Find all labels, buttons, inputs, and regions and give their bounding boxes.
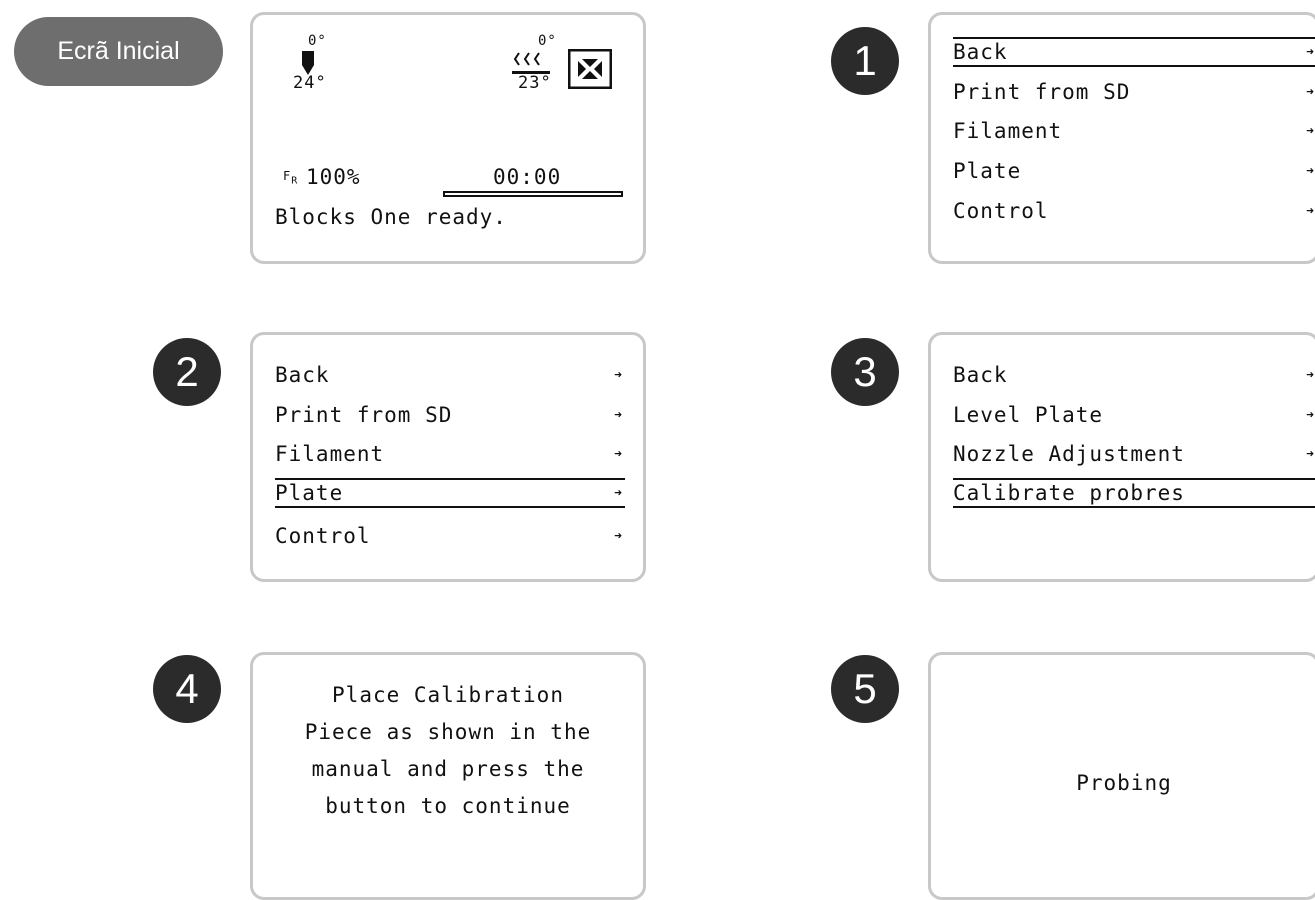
arrow-right-icon: ➜ xyxy=(1306,367,1315,383)
arrow-right-icon: ➜ xyxy=(614,367,623,383)
menu-item-back[interactable]: Back ➜ xyxy=(275,360,625,390)
step-1-badge: 1 xyxy=(831,27,899,95)
bed-target-temp: 0° xyxy=(538,33,557,49)
arrow-right-icon: ➜ xyxy=(614,446,623,462)
probing-screen: Probing xyxy=(928,652,1315,900)
menu-screen-1: Back ➜ Print from SD ➜ Filament ➜ Plate … xyxy=(928,12,1315,264)
arrow-right-icon: ➜ xyxy=(1306,44,1315,60)
arrow-right-icon: ➜ xyxy=(614,528,623,544)
arrow-right-icon: ➜ xyxy=(1306,203,1315,219)
arrow-right-icon: ➜ xyxy=(1306,446,1315,462)
menu-item-control[interactable]: Control ➜ xyxy=(275,521,625,551)
instruction-line-3: manual and press the xyxy=(311,757,585,781)
menu-item-label: Print from SD xyxy=(953,80,1131,104)
instruction-line-4: button to continue xyxy=(325,794,571,818)
arrow-right-icon: ➜ xyxy=(1306,407,1315,423)
step-4-badge: 4 xyxy=(153,655,221,723)
menu-item-control[interactable]: Control ➜ xyxy=(953,196,1315,226)
bed-current-temp: 23° xyxy=(518,73,552,93)
step-2-badge: 2 xyxy=(153,338,221,406)
nozzle-current-temp: 24° xyxy=(293,73,327,93)
menu-item-label: Nozzle Adjustment xyxy=(953,442,1185,466)
menu-item-nozzle-adjustment[interactable]: Nozzle Adjustment ➜ xyxy=(953,439,1315,469)
menu-item-back[interactable]: Back ➜ xyxy=(953,360,1315,390)
menu-item-label: Control xyxy=(953,199,1049,223)
status-message: Blocks One ready. xyxy=(275,205,507,229)
nozzle-icon xyxy=(302,51,314,75)
arrow-right-icon: ➜ xyxy=(1306,123,1315,139)
fan-icon xyxy=(568,49,612,89)
menu-item-filament[interactable]: Filament ➜ xyxy=(953,116,1315,146)
arrow-right-icon: ➜ xyxy=(1306,84,1315,100)
menu-item-label: Back xyxy=(275,363,330,387)
probing-status: Probing xyxy=(1076,771,1172,795)
arrow-right-icon: ➜ xyxy=(614,407,623,423)
instruction-line-1: Place Calibration xyxy=(332,683,564,707)
menu-item-calibrate-probes[interactable]: Calibrate probres xyxy=(953,478,1315,508)
menu-item-level-plate[interactable]: Level Plate ➜ xyxy=(953,400,1315,430)
menu-item-plate[interactable]: Plate ➜ xyxy=(275,478,625,508)
menu-item-filament[interactable]: Filament ➜ xyxy=(275,439,625,469)
menu-item-label: Back xyxy=(953,40,1008,64)
menu-item-label: Control xyxy=(275,524,371,548)
menu-item-plate[interactable]: Plate ➜ xyxy=(953,156,1315,186)
step-5-badge: 5 xyxy=(831,655,899,723)
instruction-line-2: Piece as shown in the xyxy=(304,720,592,744)
menu-item-back[interactable]: Back ➜ xyxy=(953,37,1315,67)
menu-screen-2: Back ➜ Print from SD ➜ Filament ➜ Plate … xyxy=(250,332,646,582)
menu-item-label: Level Plate xyxy=(953,403,1104,427)
nozzle-target-temp: 0° xyxy=(308,33,327,49)
arrow-right-icon: ➜ xyxy=(614,485,623,501)
menu-item-label: Plate xyxy=(275,481,344,505)
feed-rate-value: 100% xyxy=(306,165,361,189)
menu-item-print-from-sd[interactable]: Print from SD ➜ xyxy=(953,77,1315,107)
menu-screen-3: Back ➜ Level Plate ➜ Nozzle Adjustment ➜… xyxy=(928,332,1315,582)
menu-item-label: Filament xyxy=(953,119,1063,143)
home-screen-label: Ecrã Inicial xyxy=(14,17,223,86)
feedrate-icon: FR xyxy=(283,169,299,187)
menu-item-label: Calibrate probres xyxy=(953,481,1185,505)
calibration-instruction-screen: Place Calibration Piece as shown in the … xyxy=(250,652,646,900)
menu-item-label: Plate xyxy=(953,159,1022,183)
step-3-badge: 3 xyxy=(831,338,899,406)
print-time: 00:00 xyxy=(493,165,562,189)
menu-item-label: Print from SD xyxy=(275,403,453,427)
home-lcd-screen: 0° 24° 0° 23° FR 100% 00:00 Blocks One r… xyxy=(250,12,646,264)
menu-item-label: Filament xyxy=(275,442,385,466)
progress-bar xyxy=(443,191,623,197)
menu-item-label: Back xyxy=(953,363,1008,387)
arrow-right-icon: ➜ xyxy=(1306,163,1315,179)
menu-item-print-from-sd[interactable]: Print from SD ➜ xyxy=(275,400,625,430)
